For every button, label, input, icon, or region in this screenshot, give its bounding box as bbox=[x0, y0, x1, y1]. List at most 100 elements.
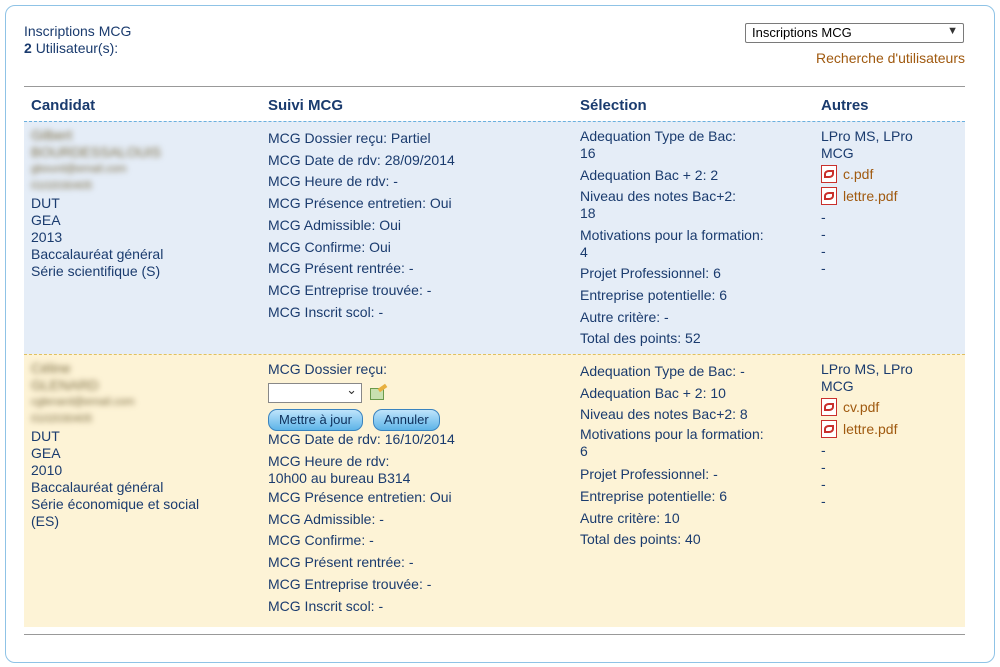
file-link[interactable]: c.pdf bbox=[821, 165, 961, 183]
selection-value: 18 bbox=[580, 205, 596, 222]
file-name[interactable]: c.pdf bbox=[843, 166, 873, 183]
selection-item: Entreprise potentielle: 6 bbox=[580, 286, 728, 303]
user-search-link[interactable]: Recherche d'utilisateurs bbox=[816, 50, 965, 66]
file-name[interactable]: lettre.pdf bbox=[843, 421, 897, 438]
candidate-lastname: BOURDESSALOUIS bbox=[31, 144, 161, 160]
dossier-edit-row bbox=[268, 381, 568, 403]
pdf-icon bbox=[821, 420, 837, 438]
file-name[interactable]: lettre.pdf bbox=[843, 188, 897, 205]
selection-cell: Adequation Type de Bac: 16 Adequation Bac… bbox=[580, 128, 810, 347]
list-selector[interactable]: Inscriptions MCG ▼ bbox=[745, 23, 964, 43]
pdf-icon bbox=[821, 165, 837, 183]
divider-bottom bbox=[24, 634, 965, 635]
selection-label: Motivations pour la formation: bbox=[580, 426, 764, 443]
suivi-item: MCG Entreprise trouvée: - bbox=[268, 575, 432, 592]
dash: - bbox=[821, 459, 826, 475]
suivi-item: MCG Présent rentrée: - bbox=[268, 554, 414, 571]
dash: - bbox=[821, 442, 826, 458]
file-link[interactable]: lettre.pdf bbox=[821, 187, 961, 205]
suivi-cell: MCG Dossier reçu: Mettre à jour Annuler … bbox=[268, 361, 568, 617]
suivi-item: MCG Dossier reçu: Partiel bbox=[268, 130, 431, 146]
suivi-item: MCG Heure de rdv: - bbox=[268, 173, 398, 190]
candidate-cell: Céline GLENARD cglenard@email.com 010203… bbox=[31, 360, 256, 530]
candidate-year: 2010 bbox=[31, 462, 63, 478]
selection-value: 6 bbox=[580, 443, 588, 460]
candidate-degree: DUT bbox=[31, 428, 60, 444]
page-title: Inscriptions MCG bbox=[24, 23, 132, 39]
suivi-cell: MCG Dossier reçu: Partiel MCG Date de rd… bbox=[268, 128, 568, 323]
selection-label: Motivations pour la formation: bbox=[580, 226, 764, 243]
selection-item: Adequation Type de Bac: 16 bbox=[580, 128, 810, 162]
selection-label: Niveau des notes Bac+2: bbox=[580, 188, 737, 205]
suivi-item: MCG Inscrit scol: - bbox=[268, 597, 384, 614]
selection-item: Adequation Bac + 2: 2 bbox=[580, 166, 719, 183]
candidate-firstname: Céline bbox=[31, 360, 71, 376]
selection-value: 4 bbox=[580, 243, 588, 260]
page-header: Inscriptions MCG 2 Utilisateur(s): bbox=[24, 23, 131, 57]
selection-label: Adequation Type de Bac: bbox=[580, 128, 737, 144]
suivi-item: MCG Heure de rdv: bbox=[268, 453, 390, 469]
file-link[interactable]: lettre.pdf bbox=[821, 420, 961, 438]
formation-line: LPro MS, LPro bbox=[821, 361, 913, 377]
list-selector-value: Inscriptions MCG bbox=[752, 25, 852, 40]
candidate-dept: GEA bbox=[31, 212, 61, 228]
header-suivi: Suivi MCG bbox=[268, 97, 344, 114]
suivi-item: MCG Entreprise trouvée: - bbox=[268, 281, 432, 298]
autres-cell: LPro MS, LPro MCG c.pdf lettre.pdf - - -… bbox=[821, 128, 961, 277]
cancel-button[interactable]: Annuler bbox=[372, 409, 440, 431]
formation-line: MCG bbox=[821, 145, 854, 161]
dash: - bbox=[821, 243, 826, 259]
user-count-label: Utilisateur(s): bbox=[35, 40, 119, 56]
formation-line: MCG bbox=[821, 378, 854, 394]
selection-item: Motivations pour la formation: 4 bbox=[580, 227, 810, 261]
selection-item: Autre critère: - bbox=[580, 308, 669, 325]
candidate-serie-abbr: (ES) bbox=[31, 513, 59, 529]
suivi-item: MCG Date de rdv: 28/09/2014 bbox=[268, 151, 455, 168]
candidate-email: cglenard@email.com bbox=[31, 396, 135, 408]
file-link[interactable]: cv.pdf bbox=[821, 398, 961, 416]
dossier-select[interactable] bbox=[268, 381, 362, 403]
suivi-item: MCG Date de rdv: 16/10/2014 bbox=[268, 431, 455, 447]
suivi-item: MCG Confirme: Oui bbox=[268, 238, 391, 255]
selection-item: Total des points: 52 bbox=[580, 330, 701, 347]
dash: - bbox=[821, 493, 826, 509]
suivi-item: MCG Inscrit scol: - bbox=[268, 303, 384, 320]
action-buttons: Mettre à jour Annuler bbox=[268, 409, 568, 431]
candidate-lastname: GLENARD bbox=[31, 377, 99, 393]
selection-item: Projet Professionnel: - bbox=[580, 466, 718, 483]
dossier-label: MCG Dossier reçu: bbox=[268, 361, 388, 377]
selection-item: Total des points: 40 bbox=[580, 531, 701, 548]
candidate-serie: Série économique et social bbox=[31, 496, 200, 512]
header-candidat: Candidat bbox=[31, 97, 96, 114]
selection-item: Motivations pour la formation: 6 bbox=[580, 426, 810, 460]
candidate-phone: 0102030405 bbox=[31, 180, 93, 192]
selection-item: Autre critère: 10 bbox=[580, 509, 680, 526]
dash: - bbox=[821, 260, 826, 276]
autres-cell: LPro MS, LPro MCG cv.pdf lettre.pdf - - … bbox=[821, 361, 961, 510]
file-name[interactable]: cv.pdf bbox=[843, 399, 879, 416]
candidate-phone: 0102030405 bbox=[31, 413, 93, 425]
suivi-item: 10h00 au bureau B314 bbox=[268, 470, 411, 486]
selection-item: Niveau des notes Bac+2: 18 bbox=[580, 188, 810, 222]
edit-icon[interactable] bbox=[369, 386, 388, 400]
pdf-icon bbox=[821, 187, 837, 205]
selection-value: 16 bbox=[580, 145, 596, 161]
pdf-icon bbox=[821, 398, 837, 416]
dash: - bbox=[821, 226, 826, 242]
candidate-bac: Baccalauréat général bbox=[31, 246, 164, 262]
candidate-email: gbourd@email.com bbox=[31, 163, 127, 175]
chevron-down-icon: ▼ bbox=[947, 25, 958, 37]
candidate-bac: Baccalauréat général bbox=[31, 479, 164, 495]
dash: - bbox=[821, 476, 826, 492]
candidate-serie: Série scientifique (S) bbox=[31, 263, 161, 279]
selection-cell: Adequation Type de Bac: - Adequation Bac… bbox=[580, 361, 810, 551]
candidate-cell: Gilbert BOURDESSALOUIS gbourd@email.com … bbox=[31, 127, 256, 280]
update-button[interactable]: Mettre à jour bbox=[268, 409, 363, 431]
suivi-item: MCG Présent rentrée: - bbox=[268, 260, 414, 277]
selection-item: Entreprise potentielle: 6 bbox=[580, 487, 728, 504]
user-count-line: 2 Utilisateur(s): bbox=[24, 40, 131, 57]
divider-top bbox=[24, 86, 965, 87]
suivi-item: MCG Confirme: - bbox=[268, 532, 374, 549]
candidate-firstname: Gilbert bbox=[31, 127, 73, 143]
candidate-degree: DUT bbox=[31, 195, 60, 211]
